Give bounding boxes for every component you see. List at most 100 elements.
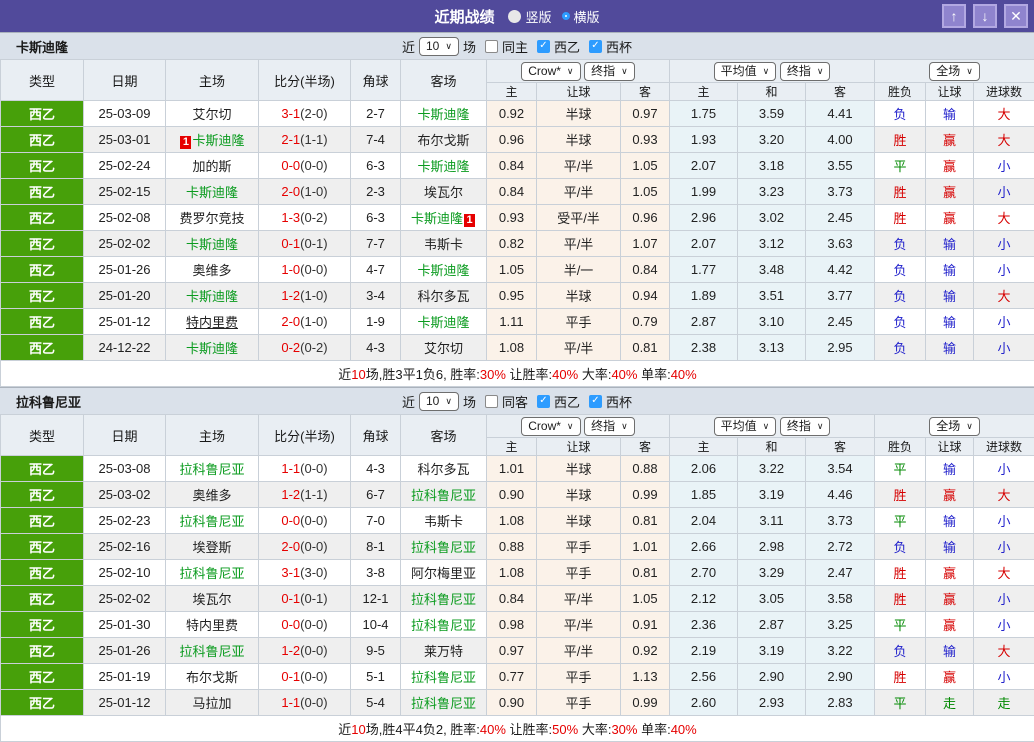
scope-select[interactable]: 全场∨ xyxy=(929,62,980,81)
league-type-cell: 西乙 xyxy=(1,456,84,482)
result-handicap-cell: 输 xyxy=(926,283,974,309)
avg-home-cell: 2.07 xyxy=(670,153,738,179)
team-name-text: 拉科鲁尼亚 xyxy=(179,644,244,659)
team-cell-content: 埃瓦尔 xyxy=(192,592,231,607)
odds-group-header: Crow*∨ 终指∨ xyxy=(487,415,670,438)
avg-away-cell: 3.22 xyxy=(806,638,875,664)
result-goals-cell: 小 xyxy=(974,456,1034,482)
scroll-up-button[interactable]: ↑ xyxy=(942,4,966,28)
scroll-down-button[interactable]: ↓ xyxy=(973,4,997,28)
odds-source-select[interactable]: Crow*∨ xyxy=(521,62,580,81)
team-name-text: 莱万特 xyxy=(424,644,463,659)
filter-label: 同主 xyxy=(502,37,528,56)
date-cell: 25-01-12 xyxy=(84,309,166,335)
date-cell: 24-12-22 xyxy=(84,335,166,361)
col-score: 比分(半场) xyxy=(259,415,351,456)
filter-checkbox[interactable]: ✓ xyxy=(537,40,550,53)
score-cell: 0-1(0-1) xyxy=(259,586,351,612)
odds-home-cell: 0.93 xyxy=(487,205,537,231)
odds-home-cell: 0.77 xyxy=(487,664,537,690)
avg-draw-cell: 3.18 xyxy=(738,153,806,179)
avg-away-cell: 3.58 xyxy=(806,586,875,612)
summary-segment: 40% xyxy=(671,722,697,737)
away-team-cell: 卡斯迪隆1 xyxy=(401,205,487,231)
avg-time-select[interactable]: 终指∨ xyxy=(780,62,831,81)
odds-away-cell: 0.91 xyxy=(621,612,670,638)
final-score: 0-2 xyxy=(281,340,300,355)
corner-cell: 7-4 xyxy=(351,127,401,153)
odds-home-cell: 1.08 xyxy=(487,508,537,534)
date-cell: 25-03-02 xyxy=(84,482,166,508)
filter-checkbox[interactable]: ✓ xyxy=(537,395,550,408)
avg-home-cell: 2.66 xyxy=(670,534,738,560)
result-handicap-cell: 输 xyxy=(926,638,974,664)
team-cell-content: 布尔戈斯 xyxy=(186,670,238,685)
summary-segment: 40% xyxy=(671,367,697,382)
summary-segment: 让胜率: xyxy=(506,722,552,737)
avg-time-select[interactable]: 终指∨ xyxy=(780,417,831,436)
layout-horizontal-option[interactable]: 横版 xyxy=(562,7,600,26)
home-team-cell: 特内里费 xyxy=(166,309,259,335)
home-team-cell: 埃登斯 xyxy=(166,534,259,560)
filter-label: 西乙 xyxy=(554,37,580,56)
filter-checkbox[interactable] xyxy=(485,395,498,408)
avg-draw-cell: 3.13 xyxy=(738,335,806,361)
final-score: 1-1 xyxy=(281,461,300,476)
result-goals-cell: 大 xyxy=(974,283,1034,309)
handicap-cell: 平手 xyxy=(537,309,621,335)
handicap-cell: 平/半 xyxy=(537,612,621,638)
team-cell-content: 莱万特 xyxy=(424,644,463,659)
layout-vertical-option[interactable]: 竖版 xyxy=(508,7,551,26)
avg-source-select[interactable]: 平均值∨ xyxy=(714,417,777,436)
half-time-score: (0-2) xyxy=(300,340,327,355)
odds-away-cell: 0.81 xyxy=(621,335,670,361)
match-row: 西乙25-02-02卡斯迪隆0-1(0-1)7-7韦斯卡0.82平/半1.072… xyxy=(1,231,1034,257)
col-odds-home: 主 xyxy=(487,438,537,456)
filter-checkbox[interactable] xyxy=(485,40,498,53)
avg-home-cell: 2.70 xyxy=(670,560,738,586)
summary-segment: 大率: xyxy=(578,722,611,737)
odds-time-select[interactable]: 终指∨ xyxy=(584,62,635,81)
odds-home-cell: 0.90 xyxy=(487,482,537,508)
odds-source-select[interactable]: Crow*∨ xyxy=(521,417,580,436)
team-cell-content: 艾尔切 xyxy=(192,107,231,122)
home-team-cell: 马拉加 xyxy=(166,690,259,716)
result-handicap-cell: 输 xyxy=(926,508,974,534)
half-time-score: (0-2) xyxy=(300,210,327,225)
avg-home-cell: 2.06 xyxy=(670,456,738,482)
date-cell: 25-01-20 xyxy=(84,283,166,309)
close-button[interactable]: ✕ xyxy=(1004,4,1028,28)
filter-checkbox[interactable]: ✓ xyxy=(589,40,602,53)
away-team-cell: 拉科鲁尼亚 xyxy=(401,612,487,638)
result-outcome-cell: 胜 xyxy=(875,560,926,586)
result-handicap-cell: 输 xyxy=(926,335,974,361)
handicap-cell: 平手 xyxy=(537,534,621,560)
team-name-text: 特内里费 xyxy=(186,315,238,330)
league-type-cell: 西乙 xyxy=(1,560,84,586)
filter-controls: 近10∨场同客✓西乙✓西杯 xyxy=(402,392,632,411)
home-team-cell: 艾尔切 xyxy=(166,101,259,127)
date-cell: 25-02-23 xyxy=(84,508,166,534)
result-handicap-cell: 赢 xyxy=(926,482,974,508)
recent-count-select[interactable]: 10∨ xyxy=(419,392,459,411)
avg-source-select[interactable]: 平均值∨ xyxy=(714,62,777,81)
team-cell-content: 拉科鲁尼亚 xyxy=(179,566,244,581)
odds-time-select[interactable]: 终指∨ xyxy=(584,417,635,436)
col-handicap-result: 让球 xyxy=(926,438,974,456)
result-goals-cell: 大 xyxy=(974,560,1034,586)
chevron-down-icon: ∨ xyxy=(966,64,973,79)
date-cell: 25-02-10 xyxy=(84,560,166,586)
date-cell: 25-02-15 xyxy=(84,179,166,205)
odds-home-cell: 0.82 xyxy=(487,231,537,257)
filter-checkbox[interactable]: ✓ xyxy=(589,395,602,408)
odds-source-value: Crow* xyxy=(528,419,561,434)
scope-select[interactable]: 全场∨ xyxy=(929,417,980,436)
avg-draw-cell: 3.19 xyxy=(738,482,806,508)
team-cell-content: 韦斯卡 xyxy=(424,514,463,529)
red-card-badge: 1 xyxy=(180,136,191,149)
handicap-cell: 受平/半 xyxy=(537,205,621,231)
chevron-down-icon: ∨ xyxy=(445,39,452,54)
recent-count-select[interactable]: 10∨ xyxy=(419,37,459,56)
team-cell-content: 卡斯迪隆 xyxy=(186,341,238,356)
league-type-cell: 西乙 xyxy=(1,586,84,612)
